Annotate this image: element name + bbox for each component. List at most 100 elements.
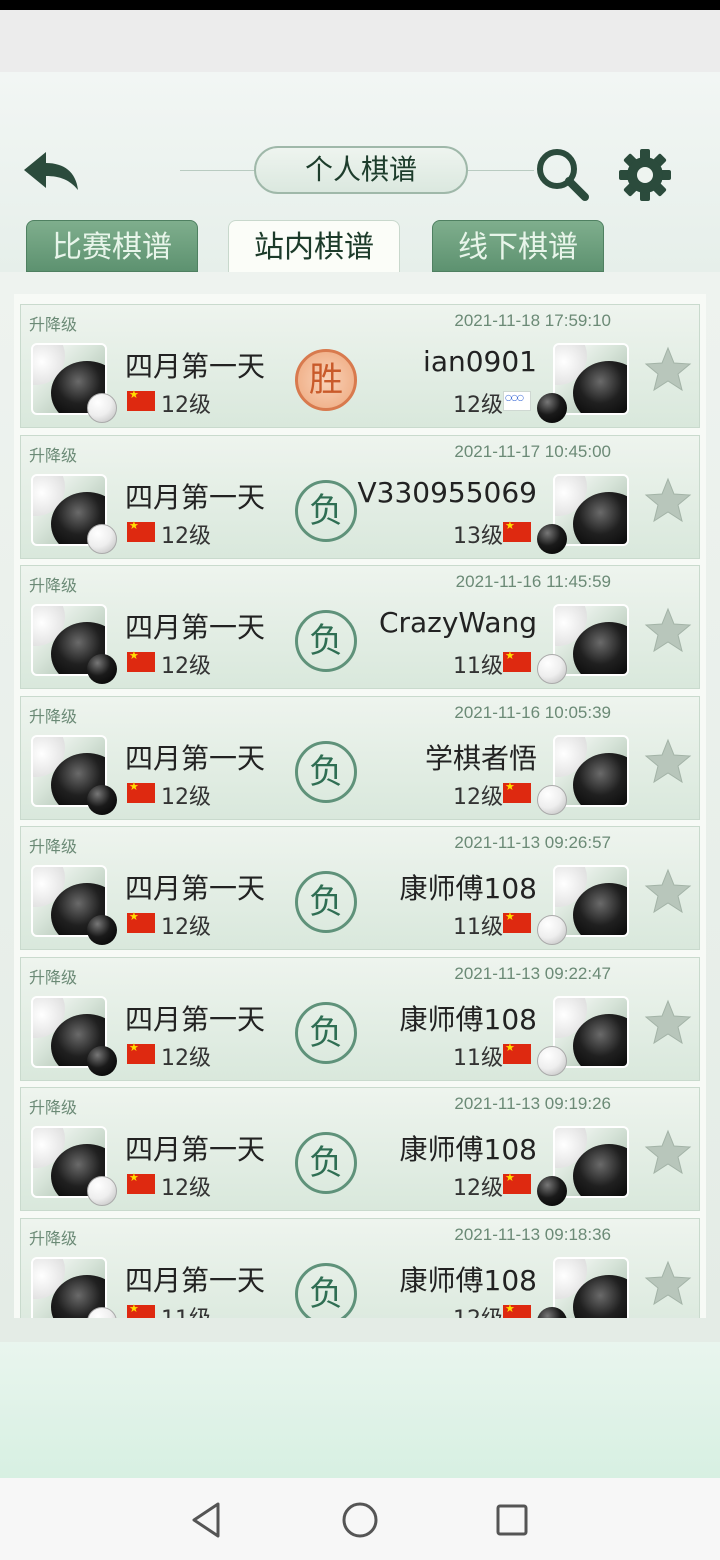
star-icon (644, 477, 692, 522)
right-player-name: CrazyWang (378, 606, 537, 639)
left-player-name: 四月第一天 (125, 1133, 266, 1166)
game-date: 2021-11-18 17:59:10 (454, 311, 611, 330)
tab-match-records[interactable]: 比赛棋谱 (26, 220, 198, 272)
right-player-name: V330955069 (357, 475, 537, 509)
left-player-level: 11级 (161, 1301, 211, 1319)
game-date: 2021-11-13 09:18:36 (454, 1224, 611, 1244)
left-player-level: 12级 (161, 1045, 211, 1071)
left-white-stone-icon (87, 523, 117, 554)
left-black-stone-icon (87, 915, 117, 945)
right-player-name: ian0901 (423, 345, 537, 378)
game-result-badge: 负 (295, 1001, 357, 1064)
right-black-stone-icon (537, 523, 567, 554)
nav-back-button[interactable] (186, 1498, 230, 1542)
tab-site-records[interactable]: 站内棋谱 (228, 220, 400, 272)
game-result-badge: 胜 (295, 349, 357, 411)
game-type-label: 升降级 (29, 315, 78, 334)
right-black-stone-icon (537, 1176, 567, 1206)
left-player-level: 12级 (161, 393, 211, 418)
game-result-badge: 负 (295, 740, 357, 803)
right-player-level: 11级 (453, 1045, 503, 1071)
game-result-badge: 负 (295, 871, 357, 933)
china-flag-icon (503, 1041, 531, 1064)
star-icon (644, 1260, 692, 1305)
right-black-stone-icon (537, 393, 567, 423)
star-icon (644, 738, 692, 783)
olympic-flag-icon (503, 391, 531, 411)
game-record-card[interactable]: 升降级 2021-11-13 09:18:36 四月第一天 11级 负 康师傅108 12级 (20, 1217, 700, 1319)
search-button[interactable] (534, 146, 590, 202)
game-record-card[interactable]: 升降级 2021-11-16 11:45:59 四月第一天 12级 负 CrazyWang… (20, 565, 700, 689)
china-flag-icon (127, 1041, 155, 1064)
right-player-level: 12级 (453, 1301, 503, 1319)
gear-icon (619, 149, 671, 201)
game-record-card[interactable]: 升降级 2021-11-18 17:59:10 四月第一天 12级 胜 ian0901 12… (20, 304, 700, 428)
left-black-stone-icon (87, 654, 117, 684)
page-title: 个人棋谱 (254, 146, 468, 194)
back-button[interactable] (22, 150, 80, 194)
right-player-level: 13级 (453, 523, 503, 549)
favorite-star-button[interactable] (643, 606, 693, 656)
game-type-label: 升降级 (29, 706, 78, 726)
game-result-badge: 负 (295, 1132, 357, 1194)
left-black-stone-icon (87, 784, 117, 815)
game-record-card[interactable]: 升降级 2021-11-13 09:22:47 四月第一天 12级 负 康师傅108 11级 (20, 956, 700, 1081)
right-player-avatar[interactable] (553, 1256, 629, 1318)
right-player-level: 11级 (453, 915, 503, 940)
right-white-stone-icon (537, 915, 567, 945)
back-arrow-icon (24, 152, 78, 190)
left-player-name: 四月第一天 (125, 611, 266, 644)
left-player-name: 四月第一天 (125, 480, 266, 514)
game-record-card[interactable]: 升降级 2021-11-16 10:05:39 四月第一天 12级 负 学棋者悟 12级 (20, 695, 700, 820)
game-date: 2021-11-16 10:05:39 (454, 702, 611, 722)
china-flag-icon (127, 910, 155, 933)
left-white-stone-icon (87, 1176, 117, 1206)
game-type-label: 升降级 (29, 837, 78, 856)
nav-recent-button[interactable] (490, 1498, 534, 1542)
right-player-level: 11级 (453, 654, 503, 679)
top-band (0, 10, 720, 72)
favorite-star-button[interactable] (643, 1259, 693, 1309)
left-player-name: 四月第一天 (125, 872, 266, 905)
game-record-card[interactable]: 升降级 2021-11-13 09:26:57 四月第一天 12级 负 康师傅108 11级 (20, 826, 700, 950)
left-white-stone-icon (87, 393, 117, 423)
favorite-star-button[interactable] (643, 476, 693, 526)
china-flag-icon (127, 388, 155, 411)
game-type-label: 升降级 (29, 576, 78, 595)
game-type-label: 升降级 (29, 1228, 78, 1248)
right-white-stone-icon (537, 1045, 567, 1076)
game-record-card[interactable]: 升降级 2021-11-17 10:45:00 四月第一天 12级 负V33095506… (20, 434, 700, 559)
favorite-star-button[interactable] (643, 345, 693, 395)
nav-home-button[interactable] (338, 1498, 382, 1542)
game-type-label: 升降级 (29, 967, 78, 987)
favorite-star-button[interactable] (643, 1128, 693, 1178)
china-flag-icon (127, 519, 155, 542)
search-icon (537, 149, 589, 201)
triangle-back-icon (192, 1502, 220, 1538)
right-player-name: 康师傅108 (399, 1002, 537, 1036)
game-record-card[interactable]: 升降级 2021-11-13 09:19:26 四月第一天 12级 负 康师傅108 12级 (20, 1087, 700, 1211)
favorite-star-button[interactable] (643, 737, 693, 787)
favorite-star-button[interactable] (643, 867, 693, 917)
game-result-badge: 负 (295, 479, 357, 542)
right-player-name: 康师傅108 (399, 1133, 537, 1166)
china-flag-icon (503, 519, 531, 542)
title-divider-right (468, 170, 534, 171)
right-player-name: 学棋者悟 (424, 741, 537, 775)
game-date: 2021-11-13 09:26:57 (454, 833, 611, 852)
game-list[interactable]: 升降级 2021-11-18 17:59:10 四月第一天 12级 胜 ian0901 12… (14, 294, 706, 1318)
favorite-star-button[interactable] (643, 998, 693, 1048)
game-date: 2021-11-13 09:22:47 (454, 963, 611, 983)
left-player-level: 12级 (161, 523, 211, 549)
right-player-level: 12级 (453, 1176, 503, 1201)
star-icon (644, 868, 692, 914)
title-divider-left (180, 170, 254, 171)
left-player-name: 四月第一天 (125, 1002, 266, 1036)
china-flag-icon (127, 649, 155, 672)
game-date: 2021-11-17 10:45:00 (454, 441, 611, 461)
settings-button[interactable] (618, 148, 672, 202)
china-flag-icon (503, 780, 531, 803)
china-flag-icon (503, 649, 531, 672)
square-recent-icon (496, 1504, 528, 1536)
tab-offline-records[interactable]: 线下棋谱 (432, 220, 604, 272)
